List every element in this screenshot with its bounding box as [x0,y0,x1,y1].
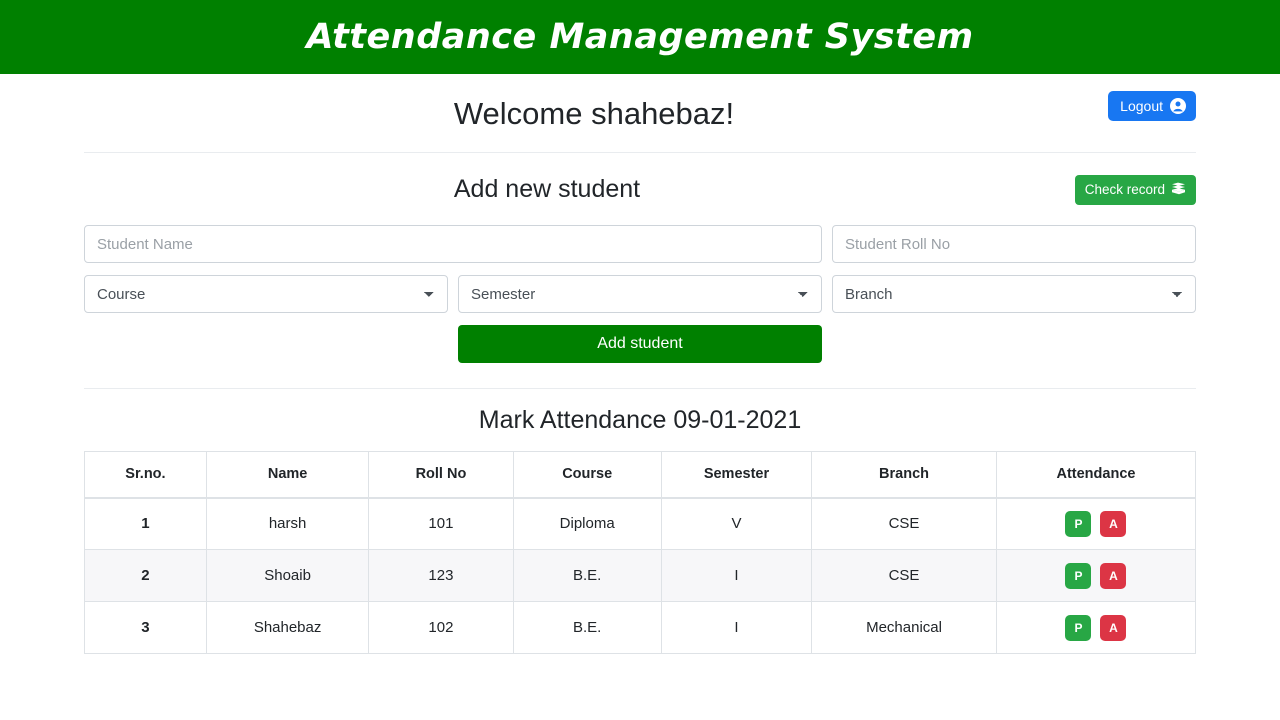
mark-present-button[interactable]: P [1065,614,1092,641]
app-title: Attendance Management System [306,17,974,57]
form-row-2: Course Semester Branch [84,275,1196,313]
add-student-header: Add new student Check record [84,153,1196,225]
page-container: Welcome shahebaz! Logout Add new student… [84,74,1197,654]
book-icon [1171,182,1186,198]
mark-absent-button[interactable]: A [1100,510,1127,537]
mark-present-button[interactable]: P [1065,510,1092,537]
logout-button-label: Logout [1120,98,1163,114]
cell-srno: 3 [84,601,207,654]
column-header-semester: Semester [660,451,813,499]
cell-attendance: PA [995,497,1197,550]
form-spacer [84,363,1196,388]
attendance-title: Mark Attendance 09-01-2021 [478,405,802,434]
cell-branch: CSE [811,549,997,602]
table-row: 2 Shoaib 123 B.E. I CSE P A [84,549,1197,602]
cell-attendance: PA [995,549,1197,602]
cell-attendance: PA [995,601,1197,654]
attendance-actions: PA [998,500,1194,549]
cell-branch: CSE [811,497,997,550]
cell-branch: Mechanical [811,601,997,654]
check-record-button[interactable]: Check record [1074,175,1196,205]
mark-absent-button[interactable]: A [1100,562,1127,589]
branch-select[interactable]: Branch [832,275,1196,313]
column-header-srno: Sr.no. [84,451,207,499]
check-record-button-label: Check record [1084,182,1165,197]
form-row-1 [84,225,1196,263]
cell-course: B.E. [512,549,662,602]
add-student-button[interactable]: Add student [458,325,822,363]
cell-name: harsh [205,497,370,550]
logout-button[interactable]: Logout [1108,91,1196,121]
column-header-name: Name [205,451,370,499]
mark-present-button[interactable]: P [1065,562,1092,589]
attendance-actions: PA [998,603,1194,652]
app-header: Attendance Management System [0,0,1280,74]
cell-srno: 1 [84,497,207,550]
cell-rollno: 101 [368,497,514,550]
table-header-row: Sr.no. Name Roll No Course Semester Bran… [84,451,1197,499]
attendance-table-body: 1 harsh 101 Diploma V CSE P A 2 Shoaib 123 B.E. I CSE… [84,497,1197,654]
attendance-actions: PA [998,551,1194,600]
column-header-rollno: Roll No [368,451,514,499]
column-header-attendance: Attendance [995,451,1197,499]
welcome-row: Welcome shahebaz! Logout [84,74,1196,152]
table-row: 1 harsh 101 Diploma V CSE P A [84,497,1197,550]
attendance-table: Sr.no. Name Roll No Course Semester Bran… [84,451,1197,654]
cell-rollno: 102 [368,601,514,654]
column-header-branch: Branch [811,451,997,499]
attendance-table-head: Sr.no. Name Roll No Course Semester Bran… [84,451,1197,499]
cell-semester: I [660,601,813,654]
cell-course: Diploma [512,497,662,550]
course-select[interactable]: Course [84,275,448,313]
cell-name: Shoaib [205,549,370,602]
cell-srno: 2 [84,549,207,602]
cell-rollno: 123 [368,549,514,602]
semester-select[interactable]: Semester [458,275,822,313]
section-title-add-student: Add new student [453,174,641,203]
page-title: Welcome shahebaz! [453,95,735,131]
attendance-header: Mark Attendance 09-01-2021 [84,389,1196,451]
cell-name: Shahebaz [205,601,370,654]
cell-semester: V [660,497,813,550]
mark-absent-button[interactable]: A [1100,614,1127,641]
table-row: 3 Shahebaz 102 B.E. I Mechanical P A [84,601,1197,654]
user-circle-icon [1170,98,1186,114]
add-student-form: Course Semester Branch Add student [84,225,1196,363]
cell-semester: I [660,549,813,602]
column-header-course: Course [512,451,662,499]
student-roll-input[interactable] [832,225,1196,263]
cell-course: B.E. [512,601,662,654]
student-name-input[interactable] [84,225,822,263]
